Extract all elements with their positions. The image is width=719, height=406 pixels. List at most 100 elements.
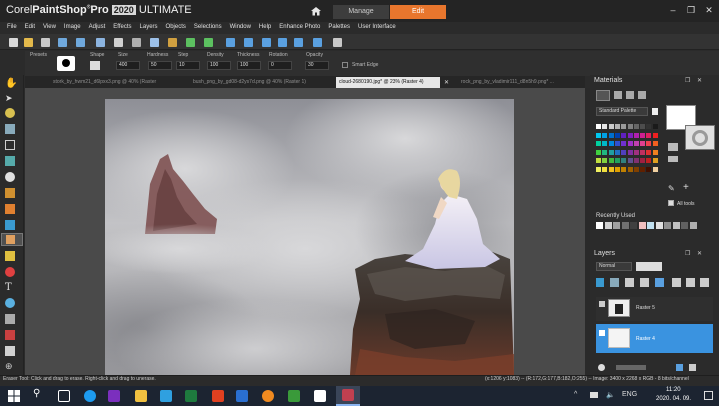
- copy-icon[interactable]: [150, 38, 159, 47]
- color-swatch[interactable]: [627, 158, 633, 163]
- vs-icon[interactable]: [108, 390, 120, 402]
- network-icon[interactable]: [590, 392, 598, 398]
- link-layers-icon[interactable]: [672, 278, 681, 287]
- crop-icon[interactable]: [244, 38, 253, 47]
- blend-icon[interactable]: [598, 364, 605, 371]
- close-icon[interactable]: ✕: [703, 4, 715, 16]
- hardness-field[interactable]: 50: [148, 61, 172, 70]
- panel-close-icon[interactable]: ✕: [697, 77, 702, 84]
- menu-item[interactable]: View: [43, 22, 56, 33]
- rotation-field[interactable]: 0: [268, 61, 292, 70]
- color-swatch[interactable]: [621, 149, 627, 155]
- color-swatch[interactable]: [633, 141, 639, 146]
- color-swatch[interactable]: [627, 132, 633, 138]
- shape-selector[interactable]: [90, 61, 100, 70]
- menu-item[interactable]: Selections: [194, 22, 222, 33]
- opacity-field[interactable]: 30: [305, 61, 329, 70]
- background-color[interactable]: [685, 125, 715, 150]
- photos-icon[interactable]: [212, 390, 224, 402]
- color-swatch[interactable]: [608, 124, 614, 129]
- color-swatch[interactable]: [633, 149, 639, 155]
- recent-swatch[interactable]: [664, 222, 671, 229]
- menu-item[interactable]: Palettes: [328, 22, 350, 33]
- zoom-in-icon[interactable]: [278, 38, 287, 47]
- add-swatch-icon[interactable]: +: [683, 182, 689, 193]
- file-explorer-icon[interactable]: [135, 390, 147, 402]
- color-swatch[interactable]: [627, 124, 633, 129]
- pen-tool-icon[interactable]: [5, 314, 15, 324]
- color-swatch[interactable]: [652, 158, 658, 163]
- menu-item[interactable]: Image: [64, 22, 81, 33]
- eye-icon[interactable]: [599, 330, 605, 336]
- color-swatch[interactable]: [652, 141, 658, 146]
- panel-float-icon[interactable]: ❐: [685, 77, 690, 84]
- preset-shape-tool-icon[interactable]: [5, 298, 15, 308]
- open-folder-icon[interactable]: [24, 38, 33, 47]
- color-swatch[interactable]: [608, 149, 614, 155]
- color-swatch[interactable]: [633, 132, 639, 138]
- makeover-tool-icon[interactable]: [5, 204, 15, 214]
- color-swatch[interactable]: [608, 166, 614, 172]
- new-raster-layer-icon[interactable]: [596, 278, 604, 287]
- color-swatch[interactable]: [640, 141, 646, 146]
- doc-tab-active[interactable]: cloud-2680190.jpg* @ 23% (Raster 4): [336, 77, 440, 88]
- color-swatch[interactable]: [621, 132, 627, 138]
- add-tool-icon[interactable]: ⊕: [5, 361, 15, 371]
- color-swatch[interactable]: [614, 149, 620, 155]
- picture-tube-tool-icon[interactable]: [5, 346, 15, 356]
- color-swatch[interactable]: [621, 158, 627, 163]
- recent-swatch[interactable]: [689, 222, 697, 229]
- color-swatch[interactable]: [608, 132, 614, 138]
- color-swatch[interactable]: [646, 158, 652, 163]
- clone-tool-icon[interactable]: [5, 188, 15, 198]
- color-swatch[interactable]: [627, 166, 633, 172]
- menu-item[interactable]: Effects: [113, 22, 131, 33]
- mail-icon[interactable]: [160, 390, 172, 402]
- color-swatch[interactable]: [652, 166, 658, 172]
- color-swatch[interactable]: [640, 149, 646, 155]
- color-swatch[interactable]: [614, 132, 620, 138]
- swap-colors-icon[interactable]: [668, 143, 678, 151]
- color-swatch[interactable]: [602, 166, 608, 172]
- swatches-tab-icon[interactable]: [626, 91, 634, 99]
- windows-start-icon[interactable]: [8, 390, 20, 402]
- size-field[interactable]: 400: [116, 61, 140, 70]
- all-tools-checkbox[interactable]: [668, 200, 674, 206]
- smart-edge-checkbox[interactable]: [342, 62, 348, 68]
- color-swatch[interactable]: [640, 124, 646, 129]
- fill-tool-icon[interactable]: [5, 251, 15, 261]
- color-swatch[interactable]: [596, 141, 601, 146]
- color-swatch[interactable]: [646, 166, 652, 172]
- crop-tool-icon[interactable]: [5, 140, 15, 150]
- color-swatch[interactable]: [602, 124, 608, 129]
- layer-opacity-slider[interactable]: [616, 365, 646, 370]
- orange-app-icon[interactable]: [262, 390, 274, 402]
- recent-swatch[interactable]: [647, 222, 654, 229]
- menu-item[interactable]: Layers: [140, 22, 158, 33]
- opacity-slider[interactable]: [636, 262, 662, 271]
- color-swatch[interactable]: [596, 132, 601, 138]
- menu-item[interactable]: Objects: [166, 22, 186, 33]
- color-swatch[interactable]: [652, 132, 658, 138]
- color-swatch[interactable]: [633, 158, 639, 163]
- paint-brush-tool-icon[interactable]: [5, 267, 15, 277]
- color-swatch[interactable]: [646, 124, 652, 129]
- layer-group-icon[interactable]: [625, 278, 634, 287]
- eye-icon[interactable]: [599, 301, 605, 307]
- layer-row[interactable]: Raster 5: [596, 297, 713, 321]
- density-field[interactable]: 100: [207, 61, 231, 70]
- recent-swatch[interactable]: [655, 222, 663, 229]
- recent-swatch[interactable]: [630, 222, 637, 229]
- palette-tab-icon[interactable]: [638, 91, 646, 99]
- texture-toggle-icon[interactable]: [668, 156, 678, 162]
- step-field[interactable]: 10: [176, 61, 200, 70]
- color-swatch[interactable]: [608, 158, 614, 163]
- doc-tab[interactable]: stork_by_hwm21_d6lpxx3.png @ 40% (Raster…: [50, 77, 158, 88]
- white-app-icon[interactable]: [314, 390, 326, 402]
- menu-item[interactable]: Edit: [25, 22, 35, 33]
- layers-close-icon[interactable]: ✕: [697, 250, 702, 257]
- menu-item[interactable]: File: [7, 22, 17, 33]
- search-icon[interactable]: ⚲: [33, 388, 40, 399]
- color-swatch[interactable]: [646, 141, 652, 146]
- color-swatch[interactable]: [640, 166, 646, 172]
